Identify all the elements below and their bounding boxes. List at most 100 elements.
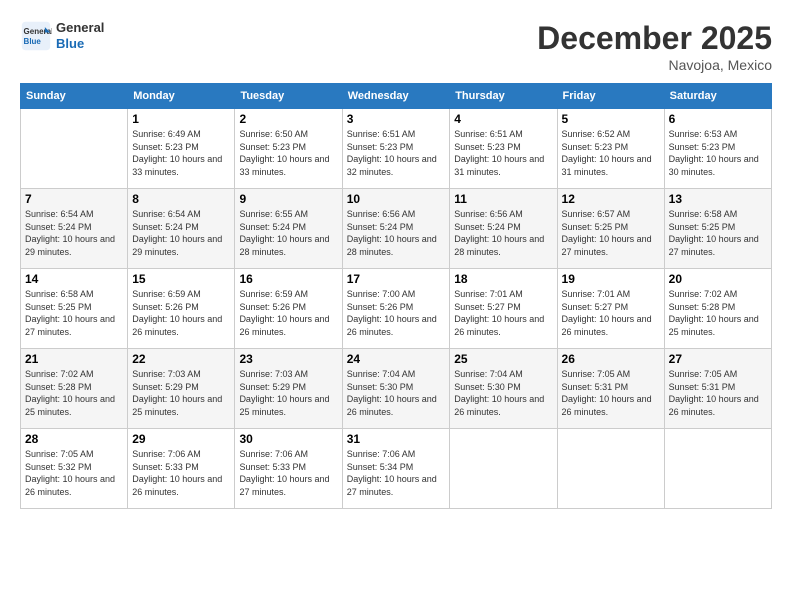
day-info: Sunrise: 6:56 AM Sunset: 5:24 PM Dayligh…: [347, 208, 446, 258]
day-cell: 18 Sunrise: 7:01 AM Sunset: 5:27 PM Dayli…: [450, 269, 557, 349]
day-info: Sunrise: 6:50 AM Sunset: 5:23 PM Dayligh…: [239, 128, 337, 178]
week-row-2: 7 Sunrise: 6:54 AM Sunset: 5:24 PM Daylig…: [21, 189, 772, 269]
logo-icon: General Blue: [20, 20, 52, 52]
day-info: Sunrise: 7:05 AM Sunset: 5:32 PM Dayligh…: [25, 448, 123, 498]
day-cell: 22Sunrise: 7:03 AM Sunset: 5:29 PM Dayli…: [128, 349, 235, 429]
col-header-sunday: Sunday: [21, 84, 128, 109]
day-number: 17: [347, 272, 446, 286]
week-row-1: 1 Sunrise: 6:49 AM Sunset: 5:23 PM Daylig…: [21, 109, 772, 189]
col-header-tuesday: Tuesday: [235, 84, 342, 109]
day-cell: 15Sunrise: 6:59 AM Sunset: 5:26 PM Dayli…: [128, 269, 235, 349]
day-number: 11: [454, 192, 552, 206]
col-header-monday: Monday: [128, 84, 235, 109]
week-row-3: 14 Sunrise: 6:58 AM Sunset: 5:25 PM Dayli…: [21, 269, 772, 349]
day-number: 5: [562, 112, 660, 126]
col-header-thursday: Thursday: [450, 84, 557, 109]
day-cell: 2 Sunrise: 6:50 AM Sunset: 5:23 PM Daylig…: [235, 109, 342, 189]
day-info: Sunrise: 6:51 AM Sunset: 5:23 PM Dayligh…: [454, 128, 552, 178]
week-row-5: 28 Sunrise: 7:05 AM Sunset: 5:32 PM Dayli…: [21, 429, 772, 509]
day-number: 19: [562, 272, 660, 286]
page-header: General Blue General Blue December 2025 …: [20, 20, 772, 73]
day-info: Sunrise: 6:55 AM Sunset: 5:24 PM Dayligh…: [239, 208, 337, 258]
day-cell: 12Sunrise: 6:57 AM Sunset: 5:25 PM Dayli…: [557, 189, 664, 269]
day-info: Sunrise: 7:05 AM Sunset: 5:31 PM Dayligh…: [669, 368, 767, 418]
day-number: 29: [132, 432, 230, 446]
day-number: 24: [347, 352, 446, 366]
day-number: 31: [347, 432, 446, 446]
day-number: 25: [454, 352, 552, 366]
day-cell: [450, 429, 557, 509]
logo-text-blue: Blue: [56, 36, 104, 52]
day-cell: 16Sunrise: 6:59 AM Sunset: 5:26 PM Dayli…: [235, 269, 342, 349]
header-row: SundayMondayTuesdayWednesdayThursdayFrid…: [21, 84, 772, 109]
day-number: 7: [25, 192, 123, 206]
day-cell: 14 Sunrise: 6:58 AM Sunset: 5:25 PM Dayli…: [21, 269, 128, 349]
day-info: Sunrise: 6:52 AM Sunset: 5:23 PM Dayligh…: [562, 128, 660, 178]
day-cell: 29 Sunrise: 7:06 AM Sunset: 5:33 PM Dayli…: [128, 429, 235, 509]
day-cell: 26 Sunrise: 7:05 AM Sunset: 5:31 PM Dayli…: [557, 349, 664, 429]
day-number: 9: [239, 192, 337, 206]
day-number: 13: [669, 192, 767, 206]
day-info: Sunrise: 7:06 AM Sunset: 5:33 PM Dayligh…: [132, 448, 230, 498]
day-cell: 17 Sunrise: 7:00 AM Sunset: 5:26 PM Dayli…: [342, 269, 450, 349]
month-title: December 2025: [537, 20, 772, 57]
day-info: Sunrise: 7:04 AM Sunset: 5:30 PM Dayligh…: [454, 368, 552, 418]
day-cell: 6 Sunrise: 6:53 AM Sunset: 5:23 PM Daylig…: [664, 109, 771, 189]
day-cell: 8Sunrise: 6:54 AM Sunset: 5:24 PM Daylig…: [128, 189, 235, 269]
day-number: 6: [669, 112, 767, 126]
day-cell: 11 Sunrise: 6:56 AM Sunset: 5:24 PM Dayli…: [450, 189, 557, 269]
day-number: 23: [239, 352, 337, 366]
day-info: Sunrise: 7:06 AM Sunset: 5:34 PM Dayligh…: [347, 448, 446, 498]
day-number: 18: [454, 272, 552, 286]
day-info: Sunrise: 7:00 AM Sunset: 5:26 PM Dayligh…: [347, 288, 446, 338]
day-cell: 7Sunrise: 6:54 AM Sunset: 5:24 PM Daylig…: [21, 189, 128, 269]
day-cell: 1 Sunrise: 6:49 AM Sunset: 5:23 PM Daylig…: [128, 109, 235, 189]
day-number: 3: [347, 112, 446, 126]
day-number: 12: [562, 192, 660, 206]
day-cell: 25 Sunrise: 7:04 AM Sunset: 5:30 PM Dayli…: [450, 349, 557, 429]
day-cell: 31 Sunrise: 7:06 AM Sunset: 5:34 PM Dayli…: [342, 429, 450, 509]
day-info: Sunrise: 6:58 AM Sunset: 5:25 PM Dayligh…: [25, 288, 123, 338]
day-number: 15: [132, 272, 230, 286]
day-info: Sunrise: 6:54 AM Sunset: 5:24 PM Dayligh…: [132, 208, 230, 258]
day-cell: 10 Sunrise: 6:56 AM Sunset: 5:24 PM Dayli…: [342, 189, 450, 269]
day-info: Sunrise: 7:03 AM Sunset: 5:29 PM Dayligh…: [239, 368, 337, 418]
col-header-wednesday: Wednesday: [342, 84, 450, 109]
title-block: December 2025 Navojoa, Mexico: [537, 20, 772, 73]
day-number: 14: [25, 272, 123, 286]
day-cell: 27Sunrise: 7:05 AM Sunset: 5:31 PM Dayli…: [664, 349, 771, 429]
day-number: 16: [239, 272, 337, 286]
week-row-4: 21Sunrise: 7:02 AM Sunset: 5:28 PM Dayli…: [21, 349, 772, 429]
day-number: 26: [562, 352, 660, 366]
day-cell: 9 Sunrise: 6:55 AM Sunset: 5:24 PM Daylig…: [235, 189, 342, 269]
logo: General Blue General Blue: [20, 20, 104, 52]
day-cell: 19 Sunrise: 7:01 AM Sunset: 5:27 PM Dayli…: [557, 269, 664, 349]
day-number: 2: [239, 112, 337, 126]
day-cell: 5 Sunrise: 6:52 AM Sunset: 5:23 PM Daylig…: [557, 109, 664, 189]
day-cell: [664, 429, 771, 509]
day-info: Sunrise: 7:01 AM Sunset: 5:27 PM Dayligh…: [454, 288, 552, 338]
location: Navojoa, Mexico: [537, 57, 772, 73]
day-cell: 3Sunrise: 6:51 AM Sunset: 5:23 PM Daylig…: [342, 109, 450, 189]
day-info: Sunrise: 7:04 AM Sunset: 5:30 PM Dayligh…: [347, 368, 446, 418]
day-number: 20: [669, 272, 767, 286]
day-info: Sunrise: 6:49 AM Sunset: 5:23 PM Dayligh…: [132, 128, 230, 178]
day-number: 4: [454, 112, 552, 126]
day-info: Sunrise: 7:05 AM Sunset: 5:31 PM Dayligh…: [562, 368, 660, 418]
svg-text:Blue: Blue: [24, 37, 42, 46]
day-cell: 21Sunrise: 7:02 AM Sunset: 5:28 PM Dayli…: [21, 349, 128, 429]
day-info: Sunrise: 6:53 AM Sunset: 5:23 PM Dayligh…: [669, 128, 767, 178]
day-number: 10: [347, 192, 446, 206]
col-header-saturday: Saturday: [664, 84, 771, 109]
day-info: Sunrise: 7:03 AM Sunset: 5:29 PM Dayligh…: [132, 368, 230, 418]
day-number: 28: [25, 432, 123, 446]
day-info: Sunrise: 7:02 AM Sunset: 5:28 PM Dayligh…: [25, 368, 123, 418]
day-number: 30: [239, 432, 337, 446]
day-number: 1: [132, 112, 230, 126]
day-cell: 4 Sunrise: 6:51 AM Sunset: 5:23 PM Daylig…: [450, 109, 557, 189]
day-cell: [557, 429, 664, 509]
day-cell: 30Sunrise: 7:06 AM Sunset: 5:33 PM Dayli…: [235, 429, 342, 509]
day-info: Sunrise: 7:01 AM Sunset: 5:27 PM Dayligh…: [562, 288, 660, 338]
day-info: Sunrise: 6:56 AM Sunset: 5:24 PM Dayligh…: [454, 208, 552, 258]
day-cell: 24 Sunrise: 7:04 AM Sunset: 5:30 PM Dayli…: [342, 349, 450, 429]
